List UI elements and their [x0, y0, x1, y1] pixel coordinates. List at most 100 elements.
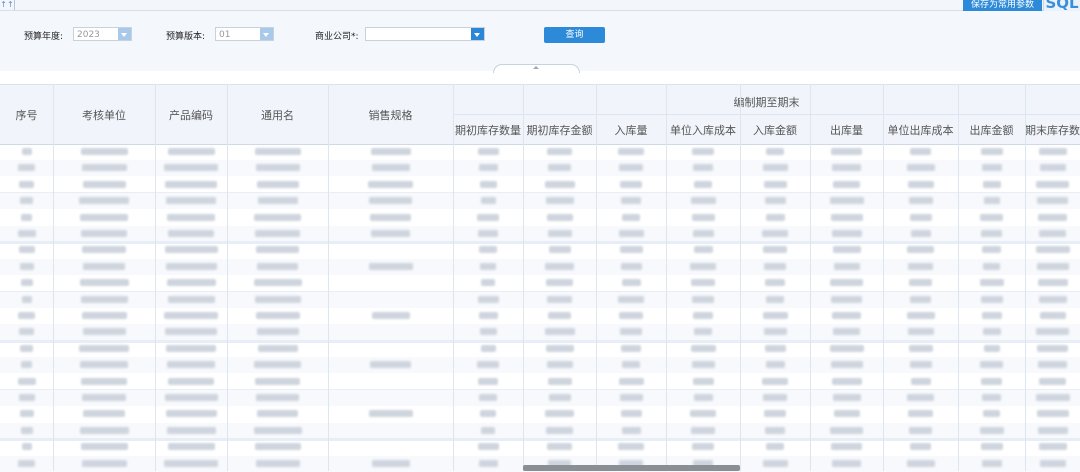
obscured-cell [618, 295, 644, 303]
obscured-cell [762, 312, 788, 319]
obscured-cell [545, 197, 574, 205]
obscured-cell [164, 164, 218, 172]
obscured-cell [910, 148, 931, 155]
table-row[interactable] [0, 341, 1080, 357]
obscured-cell [166, 426, 216, 434]
table-row[interactable] [0, 406, 1080, 422]
obscured-cell [547, 230, 572, 237]
column-divider [523, 84, 524, 471]
table-row[interactable] [0, 177, 1080, 193]
table-row[interactable] [0, 210, 1080, 226]
obscured-cell [691, 426, 715, 434]
obscured-cell [544, 328, 575, 336]
obscured-cell [165, 328, 217, 336]
company-select[interactable] [365, 27, 485, 41]
obscured-cell [908, 197, 933, 205]
obscured-cell [82, 394, 126, 401]
col-spec[interactable]: 销售规格 [328, 107, 453, 123]
obscured-cell [477, 361, 499, 369]
top-bar: ↑↑ 保存为常用参数 SQL [0, 0, 1080, 13]
version-select[interactable]: 01 [215, 27, 274, 41]
obscured-cell [81, 312, 127, 319]
obscured-cell [766, 148, 784, 155]
obscured-cell [1037, 426, 1068, 434]
table-row[interactable] [0, 144, 1080, 160]
obscured-cell [168, 377, 214, 385]
obscured-cell [165, 262, 217, 270]
filter-icon[interactable]: ↑↑ [0, 0, 15, 10]
table-row[interactable] [0, 390, 1080, 406]
obscured-cell [907, 180, 934, 188]
obscured-cell [1039, 164, 1066, 172]
obscured-cell [255, 164, 300, 172]
col-in-amt[interactable]: 入库金额 [740, 122, 810, 138]
horizontal-scrollbar[interactable] [523, 465, 740, 471]
obscured-cell [980, 295, 1003, 303]
col-closing-qty[interactable]: 期末库存数 [1025, 122, 1080, 138]
obscured-cell [690, 262, 716, 270]
obscured-cell [764, 344, 786, 352]
table-row[interactable] [0, 357, 1080, 374]
obscured-cell [81, 459, 127, 467]
col-opening-amt[interactable]: 期初库存金额 [523, 122, 596, 138]
obscured-cell [478, 230, 498, 237]
obscured-cell [164, 246, 218, 254]
year-select[interactable]: 2023 [73, 27, 132, 41]
obscured-cell [619, 394, 643, 401]
table-row[interactable] [0, 275, 1080, 291]
col-out-amt[interactable]: 出库金额 [958, 122, 1025, 138]
table-row[interactable] [0, 258, 1080, 275]
obscured-cell [764, 410, 786, 418]
obscured-cell [763, 246, 787, 254]
obscured-cell [546, 279, 573, 287]
table-row[interactable] [0, 291, 1080, 308]
table-row[interactable] [0, 422, 1080, 439]
obscured-cell [545, 262, 574, 270]
col-in-qty[interactable]: 入库量 [596, 122, 666, 138]
data-grid: 序号 考核单位 产品编码 通用名 销售规格 编制期至期末 期初库存数量 期初库存… [0, 84, 1080, 472]
obscured-cell [19, 328, 34, 336]
obscured-cell [254, 148, 301, 155]
table-row[interactable] [0, 439, 1080, 455]
obscured-cell [831, 443, 862, 451]
obscured-cell [1038, 361, 1067, 369]
obscured-cell [907, 328, 934, 336]
obscured-cell [1037, 197, 1068, 205]
obscured-cell [255, 377, 300, 385]
table-row[interactable] [0, 374, 1080, 390]
obscured-cell [18, 459, 35, 467]
obscured-cell [21, 213, 32, 221]
col-code[interactable]: 产品编码 [155, 107, 227, 123]
table-row[interactable] [0, 193, 1080, 210]
table-row[interactable] [0, 324, 1080, 341]
obscured-cell [762, 230, 788, 237]
col-seq[interactable]: 序号 [0, 107, 53, 123]
obscured-cell [1039, 459, 1066, 467]
obscured-cell [18, 164, 35, 172]
col-opening-qty[interactable]: 期初库存数量 [453, 122, 523, 138]
obscured-cell [983, 410, 1000, 418]
chevron-down-icon[interactable] [471, 28, 484, 40]
table-row[interactable] [0, 160, 1080, 177]
chevron-down-icon[interactable] [260, 28, 273, 40]
obscured-cell [693, 164, 713, 172]
chevron-down-icon[interactable] [118, 28, 131, 40]
col-out-qty[interactable]: 出库量 [810, 122, 883, 138]
obscured-cell [257, 197, 298, 205]
collapse-toggle[interactable] [493, 64, 580, 73]
obscured-cell [368, 262, 413, 270]
obscured-cell [1035, 246, 1070, 254]
table-row[interactable] [0, 308, 1080, 324]
table-row[interactable] [0, 242, 1080, 258]
obscured-cell [692, 443, 714, 451]
col-in-unit-cost[interactable]: 单位入库成本 [666, 122, 740, 138]
col-out-unit-cost[interactable]: 单位出库成本 [883, 122, 958, 138]
obscured-cell [979, 279, 1004, 287]
col-unit[interactable]: 考核单位 [53, 107, 155, 123]
table-row[interactable] [0, 226, 1080, 242]
obscured-cell [762, 459, 788, 467]
query-button[interactable]: 查询 [544, 27, 605, 43]
obscured-cell [765, 279, 785, 287]
obscured-cell [982, 394, 1001, 401]
col-name[interactable]: 通用名 [227, 107, 328, 123]
